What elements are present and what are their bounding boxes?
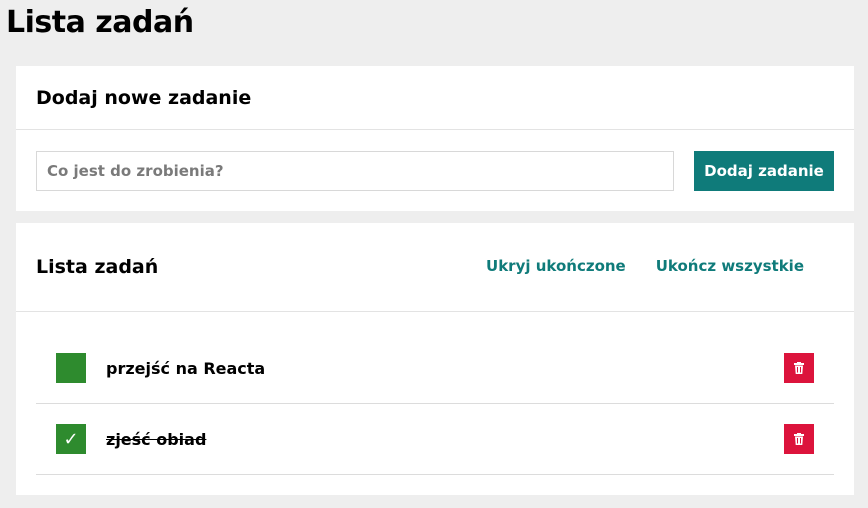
page-title: Lista zadań bbox=[6, 5, 194, 40]
hide-completed-button[interactable]: Ukryj ukończone bbox=[486, 257, 626, 275]
task-checkbox[interactable] bbox=[56, 353, 86, 383]
add-task-button[interactable]: Dodaj zadanie bbox=[694, 151, 834, 191]
todo-app: Lista zadań Dodaj nowe zadanie Dodaj zad… bbox=[0, 0, 868, 508]
trash-icon bbox=[794, 433, 804, 445]
task-label: zjeść obiad bbox=[106, 429, 207, 449]
task-list-actions: Ukryj ukończone Ukończ wszystkie bbox=[486, 257, 804, 275]
task-label: przejść na Reacta bbox=[106, 358, 266, 378]
task-list-card: Lista zadań Ukryj ukończone Ukończ wszys… bbox=[16, 223, 854, 495]
add-task-header: Dodaj nowe zadanie bbox=[16, 66, 854, 130]
trash-icon bbox=[794, 362, 804, 374]
delete-task-button[interactable] bbox=[784, 424, 814, 454]
task-list: przejść na Reacta ✓ zjeść obiad bbox=[36, 333, 834, 475]
task-checkbox[interactable]: ✓ bbox=[56, 424, 86, 454]
checkmark-icon: ✓ bbox=[63, 428, 79, 450]
add-task-form: Dodaj zadanie bbox=[36, 151, 834, 191]
add-task-card: Dodaj nowe zadanie Dodaj zadanie bbox=[16, 66, 854, 211]
task-row: ✓ zjeść obiad bbox=[36, 404, 834, 475]
task-list-title: Lista zadań bbox=[36, 256, 159, 278]
delete-task-button[interactable] bbox=[784, 353, 814, 383]
add-task-title: Dodaj nowe zadanie bbox=[36, 86, 252, 109]
new-task-input[interactable] bbox=[36, 151, 674, 191]
task-row: przejść na Reacta bbox=[36, 333, 834, 404]
complete-all-button[interactable]: Ukończ wszystkie bbox=[656, 257, 804, 275]
